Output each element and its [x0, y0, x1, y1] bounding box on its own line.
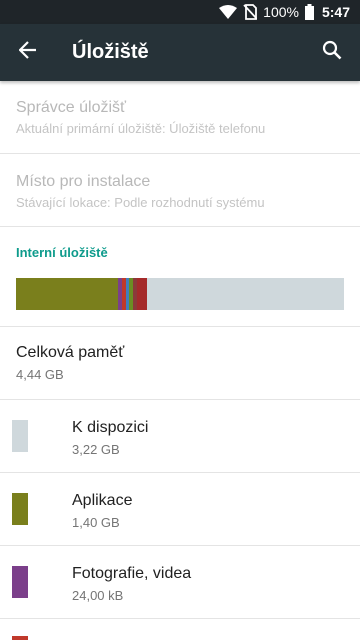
pref-summary: Stávající lokace: Podle rozhodnutí systé… — [16, 195, 265, 210]
pref-title: Správce úložišť — [16, 99, 127, 116]
color-swatch — [12, 493, 28, 525]
section-header-internal-storage: Interní úložiště — [16, 245, 108, 260]
clock: 5:47 — [321, 4, 350, 20]
category-apps[interactable]: Aplikace 1,40 GB — [0, 473, 360, 545]
usage-segment — [137, 278, 148, 310]
pref-title: Místo pro instalace — [16, 173, 151, 190]
status-bar: 100% 5:47 — [0, 0, 360, 24]
category-value: 3,22 GB — [72, 442, 120, 457]
divider — [0, 326, 360, 327]
color-swatch — [12, 566, 28, 598]
divider — [0, 153, 360, 154]
category-value: 1,40 GB — [72, 515, 120, 530]
category-photos-videos[interactable]: Fotografie, videa 24,00 kB — [0, 546, 360, 618]
category-label: Aplikace — [72, 492, 133, 509]
total-memory-label: Celková paměť — [16, 344, 125, 361]
search-button[interactable] — [304, 25, 360, 81]
color-swatch — [12, 636, 28, 640]
back-button[interactable] — [0, 25, 56, 81]
wifi-icon — [219, 5, 238, 19]
category-available[interactable]: K dispozici 3,22 GB — [0, 400, 360, 472]
battery-percent: 100% — [263, 4, 299, 20]
category-label: K dispozici — [72, 419, 149, 436]
no-sim-icon — [243, 4, 258, 20]
usage-segment — [16, 278, 118, 310]
search-icon — [322, 40, 342, 65]
category-label: Fotografie, videa — [72, 565, 192, 582]
back-arrow-icon — [18, 41, 37, 64]
total-memory-value: 4,44 GB — [16, 367, 64, 382]
toolbar: Úložiště — [0, 24, 360, 81]
pref-install-location[interactable]: Místo pro instalace Stávající lokace: Po… — [0, 173, 360, 210]
divider — [0, 226, 360, 227]
pref-storage-manager[interactable]: Správce úložišť Aktuální primární úložiš… — [0, 99, 360, 136]
storage-usage-bar — [16, 278, 344, 310]
divider — [0, 618, 360, 619]
battery-icon — [304, 4, 314, 20]
category-value: 24,00 kB — [72, 588, 124, 603]
pref-summary: Aktuální primární úložiště: Úložiště tel… — [16, 121, 266, 136]
usage-segment — [147, 278, 344, 310]
color-swatch — [12, 420, 28, 452]
page-title: Úložiště — [72, 41, 149, 63]
total-memory: Celková paměť 4,44 GB — [16, 344, 124, 382]
